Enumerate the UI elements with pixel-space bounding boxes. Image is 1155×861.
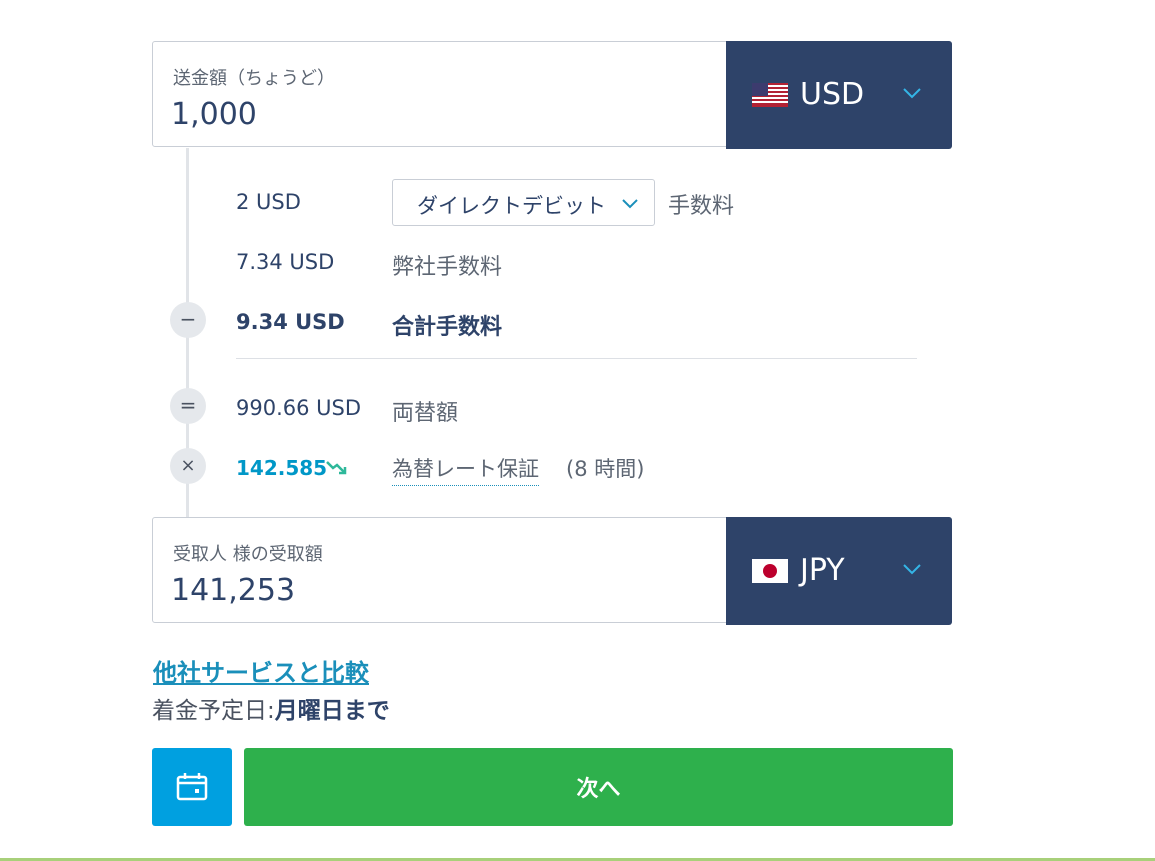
converted-amount-value: 990.66 USD — [236, 396, 362, 420]
send-currency-code: USD — [800, 77, 865, 112]
send-amount-box: 送金額（ちょうど） USD — [152, 41, 952, 149]
our-fee-label: 弊社手数料 — [392, 255, 503, 280]
converted-amount-label: 両替額 — [392, 401, 459, 426]
trend-down-icon — [326, 461, 347, 475]
receive-amount-box: 受取人 様の受取額 JPY — [152, 517, 952, 625]
payment-fee-label: 手数料 — [668, 194, 735, 219]
exchange-rate-value: 142.585 — [236, 456, 328, 480]
receive-currency-code: JPY — [800, 553, 845, 588]
calendar-icon — [176, 773, 208, 801]
schedule-transfer-button[interactable] — [152, 748, 232, 826]
receive-currency-select[interactable]: JPY — [726, 517, 952, 625]
payment-method-select[interactable]: ダイレクトデビット — [392, 179, 655, 226]
total-fee-label: 合計手数料 — [392, 315, 503, 340]
equals-operator-icon: = — [170, 388, 206, 424]
chevron-down-icon — [903, 564, 921, 575]
times-operator-icon: × — [170, 448, 206, 484]
send-amount-input[interactable] — [171, 97, 691, 132]
payment-fee-value: 2 USD — [236, 190, 301, 214]
total-fee-value: 9.34 USD — [236, 310, 345, 334]
fee-divider — [236, 358, 917, 359]
next-button[interactable]: 次へ — [244, 748, 953, 826]
rate-guarantee-link[interactable]: 為替レート保証 — [392, 453, 539, 486]
minus-operator-icon: − — [170, 302, 206, 338]
send-currency-select[interactable]: USD — [726, 41, 952, 149]
payment-method-value: ダイレクトデビット — [417, 194, 606, 218]
receive-amount-label: 受取人 様の受取額 — [173, 544, 323, 565]
chevron-down-icon — [622, 199, 638, 209]
jp-flag-icon — [752, 559, 788, 583]
rate-guarantee-duration: (8 時間) — [566, 457, 645, 481]
arrival-value: 月曜日まで — [274, 698, 390, 724]
our-fee-value: 7.34 USD — [236, 250, 335, 274]
us-flag-icon — [752, 83, 788, 107]
arrival-label: 着金予定日: — [152, 698, 275, 724]
send-amount-label: 送金額（ちょうど） — [173, 68, 335, 89]
compare-providers-link[interactable]: 他社サービスと比較 — [153, 653, 369, 688]
chevron-down-icon — [903, 88, 921, 99]
receive-amount-input[interactable] — [171, 573, 691, 608]
arrival-estimate: 着金予定日:月曜日まで — [152, 691, 390, 725]
